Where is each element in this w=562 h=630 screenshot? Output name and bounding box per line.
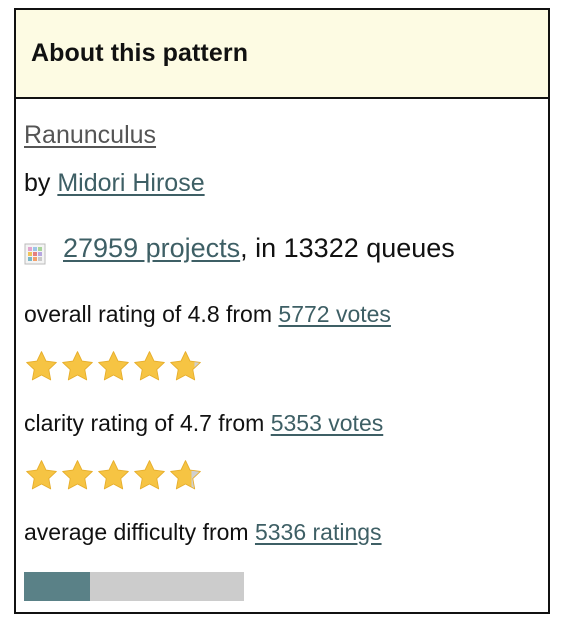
star-icon (170, 351, 201, 381)
overall-rating-line: overall rating of 4.8 from 5772 votes (24, 301, 391, 328)
overall-votes-link[interactable]: 5772 votes (278, 301, 391, 327)
clarity-rating-label: clarity rating of 4.7 from (24, 410, 265, 436)
panel-title: About this pattern (31, 39, 249, 67)
star-icon (98, 351, 129, 381)
star-icon (98, 460, 129, 490)
star-icon (26, 460, 57, 490)
designer-link[interactable]: Midori Hirose (57, 169, 204, 197)
clarity-votes-link[interactable]: 5353 votes (271, 410, 384, 436)
projects-line: 27959 projects, in 13322 queues (24, 233, 455, 264)
difficulty-label: average difficulty from (24, 519, 249, 545)
projects-link[interactable]: 27959 projects (63, 233, 240, 264)
star-icon (62, 460, 93, 490)
by-label: by (24, 169, 51, 197)
difficulty-ratings-link[interactable]: 5336 ratings (255, 519, 382, 545)
overall-star-rating (24, 349, 203, 384)
queues-text: , in 13322 queues (240, 233, 455, 263)
star-icon (62, 351, 93, 381)
projects-grid-icon (24, 241, 46, 264)
star-icon (134, 351, 165, 381)
star-icon (134, 460, 165, 490)
difficulty-bar-fill (24, 572, 90, 601)
star-icon (26, 351, 57, 381)
difficulty-line: average difficulty from 5336 ratings (24, 519, 382, 546)
overall-rating-label: overall rating of 4.8 from (24, 301, 273, 327)
clarity-rating-line: clarity rating of 4.7 from 5353 votes (24, 410, 383, 437)
designer-byline: by Midori Hirose (24, 169, 205, 198)
star-icon (170, 460, 201, 490)
about-pattern-panel: About this pattern Ranunculus by Midori … (14, 8, 550, 614)
clarity-star-rating (24, 458, 203, 493)
pattern-name-link[interactable]: Ranunculus (24, 121, 156, 150)
panel-header: About this pattern (16, 10, 548, 99)
difficulty-bar (24, 572, 244, 601)
